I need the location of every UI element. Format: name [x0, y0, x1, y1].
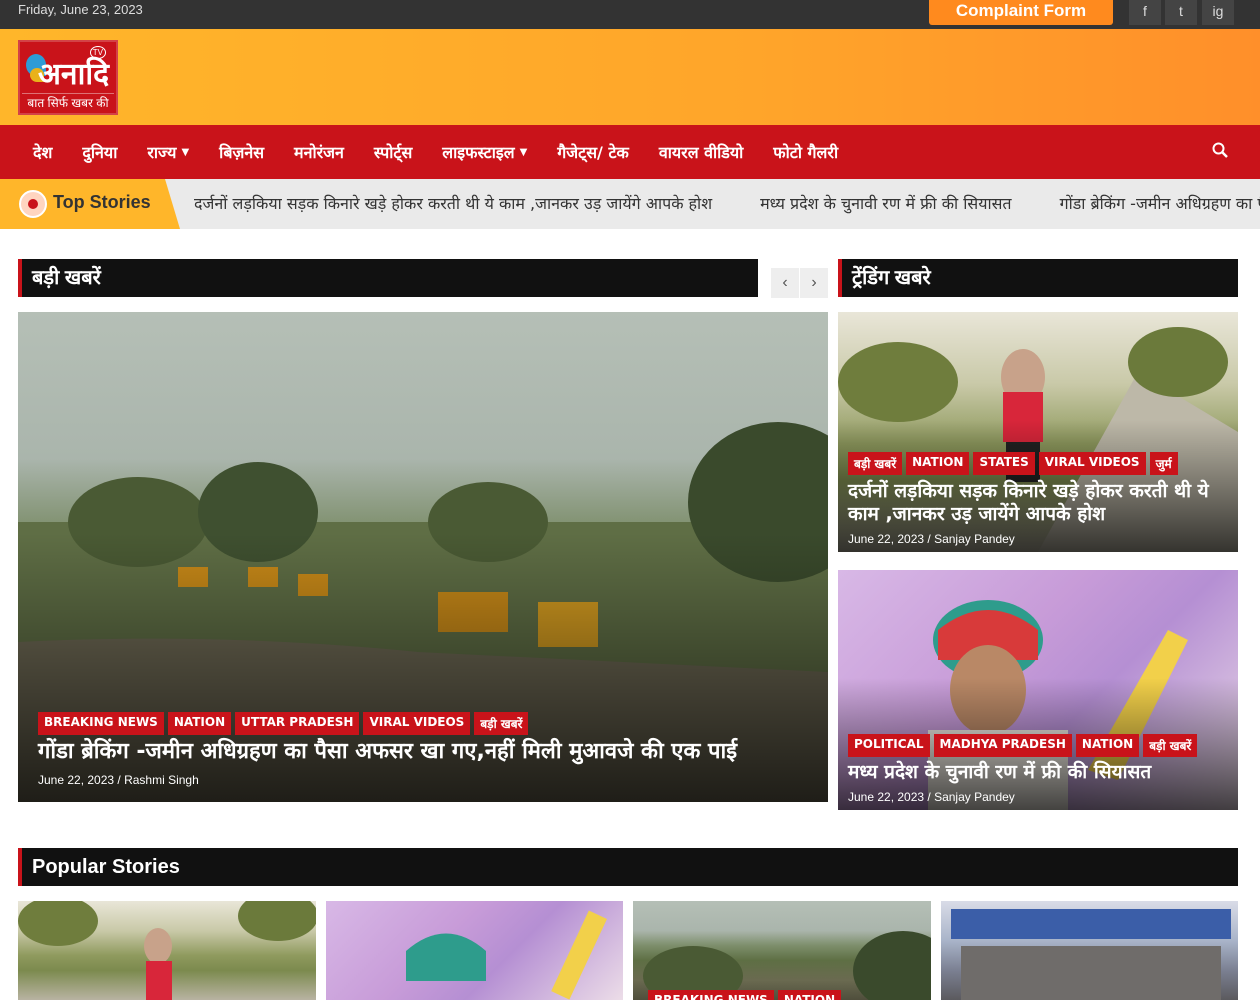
chevron-down-icon: ▼ [181, 146, 190, 158]
category-tag[interactable]: VIRAL VIDEOS [363, 712, 471, 735]
slider-next-button[interactable]: › [800, 268, 828, 298]
trending-card-1[interactable]: बड़ी खबरें NATION STATES VIRAL VIDEOS जुर्म … [838, 312, 1238, 552]
category-tag[interactable]: NATION [167, 712, 232, 735]
nav-item-label: वायरल वीडियो [658, 143, 744, 162]
ticker-label-box: Top Stories [0, 179, 180, 229]
category-tag[interactable]: बड़ी खबरें [1143, 734, 1198, 757]
category-tag[interactable]: बड़ी खबरें [848, 452, 903, 475]
site-logo[interactable]: अनादि TV बात सिर्फ खबर की [18, 40, 118, 115]
popular-card-3[interactable]: BREAKING NEWS NATION [633, 901, 931, 1000]
nav-item-2[interactable]: राज्य ▼ [132, 141, 204, 163]
nav-item-3[interactable]: बिज़नेस [204, 141, 279, 163]
nav-item-0[interactable]: देश [18, 141, 67, 163]
trending-title-2[interactable]: मध्य प्रदेश के चुनावी रण में फ्री की सिय… [848, 761, 1228, 784]
feature-meta: June 22, 2023 / Rashmi Singh [38, 773, 199, 787]
trending-meta-1: June 22, 2023 / Sanjay Pandey [848, 532, 1015, 546]
category-tag[interactable]: जुर्म [1149, 452, 1178, 475]
category-tag[interactable]: बड़ी खबरें [474, 712, 529, 735]
big-news-heading: बड़ी खबरें [18, 259, 758, 297]
nav-item-6[interactable]: लाइफस्टाइल ▼ [427, 141, 542, 163]
category-tag[interactable]: BREAKING NEWS [648, 990, 774, 1000]
nav-item-4[interactable]: मनोरंजन [279, 141, 359, 163]
popular-card-2[interactable] [326, 901, 623, 1000]
category-tag[interactable]: MADHYA PRADESH [933, 734, 1072, 757]
site-header: अनादि TV बात सिर्फ खबर की [0, 29, 1260, 125]
slider-prev-button[interactable]: ‹ [771, 268, 799, 298]
nav-item-label: स्पोर्ट्स [373, 143, 413, 162]
nav-item-label: देश [33, 143, 53, 162]
category-tag[interactable]: STATES [973, 452, 1035, 475]
popular-categories-3: BREAKING NEWS NATION [648, 990, 842, 1000]
trending-title-1[interactable]: दर्जनों लड़किया सड़क किनारे खड़े होकर कर… [848, 480, 1228, 526]
category-tag[interactable]: NATION [906, 452, 970, 475]
nav-item-1[interactable]: दुनिया [67, 141, 132, 163]
nav-item-7[interactable]: गैजेट्स/ टेक [542, 141, 644, 163]
nav-item-label: दुनिया [82, 143, 118, 162]
nav-item-8[interactable]: वायरल वीडियो [644, 141, 758, 163]
ticker-label: Top Stories [53, 192, 151, 212]
feature-categories: BREAKING NEWS NATION UTTAR PRADESH VIRAL VI… [38, 712, 529, 735]
category-tag[interactable]: NATION [1075, 734, 1140, 757]
popular-image-4 [951, 909, 1231, 1000]
nav-item-label: मनोरंजन [294, 143, 344, 162]
popular-heading: Popular Stories [18, 848, 1238, 886]
popular-image-3 [643, 931, 931, 1000]
main-nav: देश दुनिया राज्य ▼ बिज़नेस मनोरंजन स्पोर्ट्स ला… [0, 125, 1260, 179]
twitter-icon[interactable]: t [1165, 0, 1197, 25]
nav-item-label: लाइफस्टाइल [442, 143, 515, 162]
top-stories-ticker: Top Stories दर्जनों लड़किया सड़क किनारे … [0, 179, 1260, 229]
top-bar: Friday, June 23, 2023 Complaint Form f t… [0, 0, 1260, 29]
nav-list: देश दुनिया राज्य ▼ बिज़नेस मनोरंजन स्पोर्ट्स ला… [18, 125, 853, 179]
current-date: Friday, June 23, 2023 [18, 2, 143, 17]
popular-image-1 [18, 901, 316, 1000]
live-dot-icon [19, 190, 47, 218]
trending-heading: ट्रेंडिंग खबरे [838, 259, 1238, 297]
category-tag[interactable]: BREAKING NEWS [38, 712, 164, 735]
logo-tagline: बात सिर्फ खबर की [22, 93, 114, 111]
chevron-down-icon: ▼ [519, 146, 528, 158]
trending-categories-1: बड़ी खबरें NATION STATES VIRAL VIDEOS जुर्म [848, 452, 1178, 475]
nav-item-9[interactable]: फोटो गैलरी [758, 141, 853, 163]
ticker-item[interactable]: दर्जनों लड़किया सड़क किनारे खड़े होकर कर… [194, 194, 712, 213]
category-tag[interactable]: UTTAR PRADESH [235, 712, 360, 735]
ticker-items: दर्जनों लड़किया सड़क किनारे खड़े होकर कर… [194, 192, 1260, 214]
nav-item-5[interactable]: स्पोर्ट्स [359, 141, 427, 163]
category-tag[interactable]: POLITICAL [848, 734, 930, 757]
trending-meta-2: June 22, 2023 / Sanjay Pandey [848, 790, 1015, 804]
popular-image-2 [406, 910, 607, 1000]
feature-title[interactable]: गोंडा ब्रेकिंग -जमीन अधिग्रहण का पैसा अफ… [38, 739, 818, 765]
ticker-item[interactable]: गोंडा ब्रेकिंग -जमीन अधिग्रहण का पैसा अफ… [1060, 194, 1260, 213]
nav-item-label: फोटो गैलरी [773, 143, 839, 162]
logo-tv-badge: TV [89, 46, 106, 59]
instagram-icon[interactable]: ig [1202, 0, 1234, 25]
nav-item-label: गैजेट्स/ टेक [557, 143, 629, 162]
trending-categories-2: POLITICAL MADHYA PRADESH NATION बड़ी खबरें [848, 734, 1198, 757]
nav-item-label: बिज़नेस [219, 143, 265, 162]
complaint-form-button[interactable]: Complaint Form [929, 0, 1113, 25]
category-tag[interactable]: NATION [777, 990, 842, 1000]
popular-card-1[interactable] [18, 901, 316, 1000]
ticker-item[interactable]: मध्य प्रदेश के चुनावी रण में फ्री की सिय… [760, 194, 1011, 213]
feature-story-card[interactable]: BREAKING NEWS NATION UTTAR PRADESH VIRAL VI… [18, 312, 828, 802]
trending-card-2[interactable]: POLITICAL MADHYA PRADESH NATION बड़ी खबरें … [838, 570, 1238, 810]
nav-item-label: राज्य [147, 143, 177, 162]
popular-card-4[interactable] [941, 901, 1238, 1000]
search-icon[interactable] [1212, 142, 1228, 163]
category-tag[interactable]: VIRAL VIDEOS [1038, 452, 1146, 475]
facebook-icon[interactable]: f [1129, 0, 1161, 25]
